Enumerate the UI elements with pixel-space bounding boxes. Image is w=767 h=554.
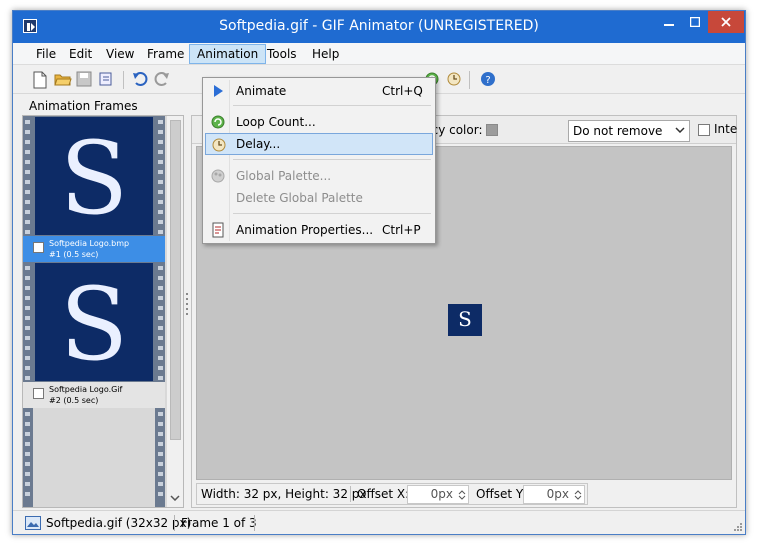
offset-y-label: Offset Y: <box>476 487 526 501</box>
scrollbar-thumb[interactable] <box>170 120 181 440</box>
status-separator <box>174 515 175 531</box>
interlaced-label: Inte <box>714 122 738 136</box>
status-separator <box>254 515 255 531</box>
menu-item-label: Delete Global Palette <box>236 191 363 205</box>
minimize-button[interactable] <box>656 11 682 33</box>
disposal-method-select[interactable]: Do not remove <box>568 120 690 142</box>
chevron-down-icon <box>675 127 685 133</box>
menu-item-label: Animation Properties... <box>236 223 374 237</box>
window-title: Softpedia.gif - GIF Animator (UNREGISTER… <box>219 18 539 34</box>
transparency-color-swatch[interactable] <box>486 124 498 136</box>
frame-caption: Softpedia Logo.Gif #2 (0.5 sec) <box>23 382 165 408</box>
menu-item-delete-global-palette[interactable]: Delete Global Palette <box>205 187 433 209</box>
frame-info: #1 (0.5 sec) <box>49 250 99 259</box>
resize-grip-icon[interactable] <box>733 522 743 532</box>
frame-item-3[interactable] <box>33 408 155 507</box>
menu-separator <box>233 159 431 160</box>
separator <box>350 486 351 502</box>
spinner-icon <box>574 490 582 500</box>
menu-item-shortcut: Ctrl+Q <box>382 84 423 98</box>
scroll-down-icon <box>170 495 180 501</box>
menu-separator <box>233 105 431 106</box>
frames-panel-header: Animation Frames <box>29 99 138 113</box>
status-file: Softpedia.gif (32x32 px) <box>46 516 192 530</box>
menu-edit[interactable]: Edit <box>62 44 99 64</box>
close-icon <box>721 17 731 27</box>
frame-name: Softpedia Logo.Gif <box>49 385 123 394</box>
properties-icon <box>210 222 226 238</box>
menu-view[interactable]: View <box>99 44 141 64</box>
menu-tools[interactable]: Tools <box>260 44 304 64</box>
menu-item-delay[interactable]: Delay... <box>205 133 433 155</box>
menu-file[interactable]: File <box>29 44 63 64</box>
panel-splitter[interactable] <box>185 291 189 321</box>
menu-item-animate[interactable]: Animate Ctrl+Q <box>205 80 433 102</box>
maximize-button[interactable] <box>682 11 708 33</box>
frame-size-text: Width: 32 px, Height: 32 px <box>201 487 367 501</box>
frame-thumbnail[interactable]: S <box>35 117 153 237</box>
frame-thumbnail[interactable]: S <box>35 263 153 383</box>
palette-icon <box>210 168 226 184</box>
spinner-icon <box>458 490 466 500</box>
frame-caption: Softpedia Logo.bmp #1 (0.5 sec) <box>23 236 165 262</box>
loop-icon <box>210 114 226 130</box>
menu-item-label: Animate <box>236 84 287 98</box>
redo-icon[interactable] <box>153 70 173 90</box>
new-file-icon[interactable] <box>31 70 51 90</box>
menu-item-global-palette[interactable]: Global Palette... <box>205 165 433 187</box>
menu-separator <box>233 213 431 214</box>
menu-item-label: Delay... <box>236 137 281 151</box>
preview-glyph: S <box>458 307 472 331</box>
frame-name: Softpedia Logo.bmp <box>49 239 130 248</box>
frames-scrollbar[interactable] <box>166 116 183 507</box>
open-folder-icon[interactable] <box>53 70 73 90</box>
status-bar: Softpedia.gif (32x32 px) Frame 1 of 3 <box>13 510 745 534</box>
save-icon[interactable] <box>75 70 95 90</box>
offset-y-value: 0px <box>546 487 569 501</box>
svg-text:S: S <box>60 120 129 235</box>
menu-gutter <box>229 80 230 241</box>
undo-icon[interactable] <box>131 70 151 90</box>
menu-item-loop-count[interactable]: Loop Count... <box>205 111 433 133</box>
status-frame-count: Frame 1 of 3 <box>181 516 257 530</box>
film-strip: S Softpedia Logo.bmp #1 (0.5 sec) S Soft… <box>23 116 165 507</box>
menu-item-animation-properties[interactable]: Animation Properties... Ctrl+P <box>205 219 433 241</box>
frame-checkbox[interactable] <box>33 242 44 253</box>
interlaced-checkbox[interactable] <box>698 124 710 136</box>
frame-info-bar: Width: 32 px, Height: 32 px Offset X: 0p… <box>196 483 588 505</box>
frame-item-2[interactable]: S Softpedia Logo.Gif #2 (0.5 sec) <box>23 262 165 408</box>
offset-x-value: 0px <box>430 487 453 501</box>
menu-help[interactable]: Help <box>305 44 346 64</box>
image-icon <box>25 516 41 530</box>
help-icon[interactable]: ? <box>479 70 499 90</box>
menu-item-label: Global Palette... <box>236 169 332 183</box>
disposal-method-value: Do not remove <box>573 124 663 138</box>
export-icon[interactable] <box>97 70 117 90</box>
offset-y-input[interactable]: 0px <box>523 485 585 504</box>
toolbar-separator <box>469 71 470 89</box>
animation-menu: Animate Ctrl+Q Loop Count... Delay... Gl… <box>202 77 436 244</box>
close-button[interactable] <box>708 11 744 33</box>
frame-item-1[interactable]: S Softpedia Logo.bmp #1 (0.5 sec) <box>23 116 165 262</box>
play-icon <box>210 83 226 99</box>
menu-frame[interactable]: Frame <box>140 44 191 64</box>
offset-x-label: Offset X: <box>357 487 410 501</box>
clock-icon <box>211 137 227 153</box>
app-window: Softpedia.gif - GIF Animator (UNREGISTER… <box>12 10 746 535</box>
menu-item-label: Loop Count... <box>236 115 316 129</box>
delay-tool-icon[interactable] <box>445 70 465 90</box>
offset-x-input[interactable]: 0px <box>407 485 469 504</box>
frame-preview-image: S <box>448 304 482 336</box>
title-bar: Softpedia.gif - GIF Animator (UNREGISTER… <box>13 11 745 43</box>
menu-bar: File Edit View Frame Animation Tools Hel… <box>13 43 745 65</box>
svg-text:S: S <box>60 266 129 381</box>
frames-panel: S Softpedia Logo.bmp #1 (0.5 sec) S Soft… <box>22 115 184 508</box>
toolbar-separator <box>123 71 124 89</box>
frame-checkbox[interactable] <box>33 388 44 399</box>
svg-text:?: ? <box>485 75 490 86</box>
menu-animation[interactable]: Animation <box>189 44 267 64</box>
menu-item-shortcut: Ctrl+P <box>382 223 421 237</box>
frame-info: #2 (0.5 sec) <box>49 396 99 405</box>
